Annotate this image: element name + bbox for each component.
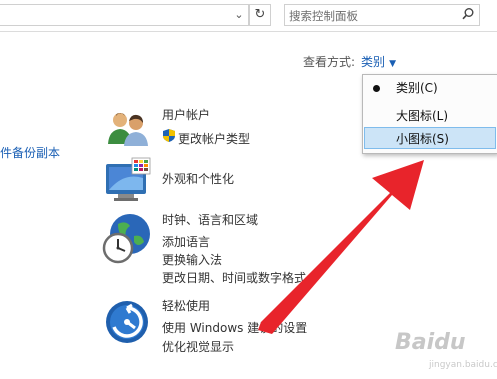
view-by: 查看方式: 类别 ▼ (303, 53, 396, 70)
view-by-dropdown[interactable]: 类别 (361, 55, 385, 69)
ease-of-access-icon (106, 301, 148, 343)
caret-down-icon[interactable]: ▼ (389, 59, 396, 69)
address-bar[interactable]: ⌄ (0, 4, 249, 26)
view-by-menu: 类别(C) 大图标(L) 小图标(S) (362, 74, 497, 154)
change-date-time-format-link[interactable]: 更改日期、时间或数字格式 (162, 269, 306, 286)
add-language-link[interactable]: 添加语言 (162, 233, 210, 250)
optimize-visual-display-link[interactable]: 优化视觉显示 (162, 338, 234, 355)
baidu-watermark: Baidu jingyan.baidu.com (395, 330, 497, 370)
category-title[interactable]: 用户帐户 (162, 106, 210, 123)
refresh-icon: ↻ (254, 7, 266, 22)
menu-item-large-icons[interactable]: 大图标(L) (364, 105, 496, 127)
search-input[interactable]: 搜索控制面板 (284, 4, 480, 26)
chevron-down-icon[interactable]: ⌄ (232, 7, 246, 23)
users-icon (108, 113, 148, 146)
shield-icon (163, 129, 175, 142)
search-placeholder: 搜索控制面板 (289, 9, 358, 23)
category-title[interactable]: 轻松使用 (162, 297, 210, 314)
category-title[interactable]: 时钟、语言和区域 (162, 211, 258, 228)
radio-dot-icon (373, 85, 380, 92)
refresh-button[interactable]: ↻ (249, 4, 271, 26)
view-by-label: 查看方式: (303, 55, 356, 69)
category-title[interactable]: 外观和个性化 (162, 170, 234, 187)
clock-globe-icon (102, 214, 150, 264)
search-icon[interactable] (461, 7, 475, 21)
backup-link-partial[interactable]: 件备份副本 (0, 144, 60, 161)
use-recommended-settings-link[interactable]: 使用 Windows 建议的设置 (162, 319, 307, 336)
change-account-type-link[interactable]: 更改帐户类型 (178, 130, 250, 147)
menu-item-category[interactable]: 类别(C) (364, 77, 496, 99)
top-bar: ⌄ ↻ 搜索控制面板 (0, 0, 497, 32)
menu-item-small-icons[interactable]: 小图标(S) (364, 127, 496, 149)
change-input-method-link[interactable]: 更换输入法 (162, 251, 222, 268)
appearance-icon (106, 157, 151, 201)
